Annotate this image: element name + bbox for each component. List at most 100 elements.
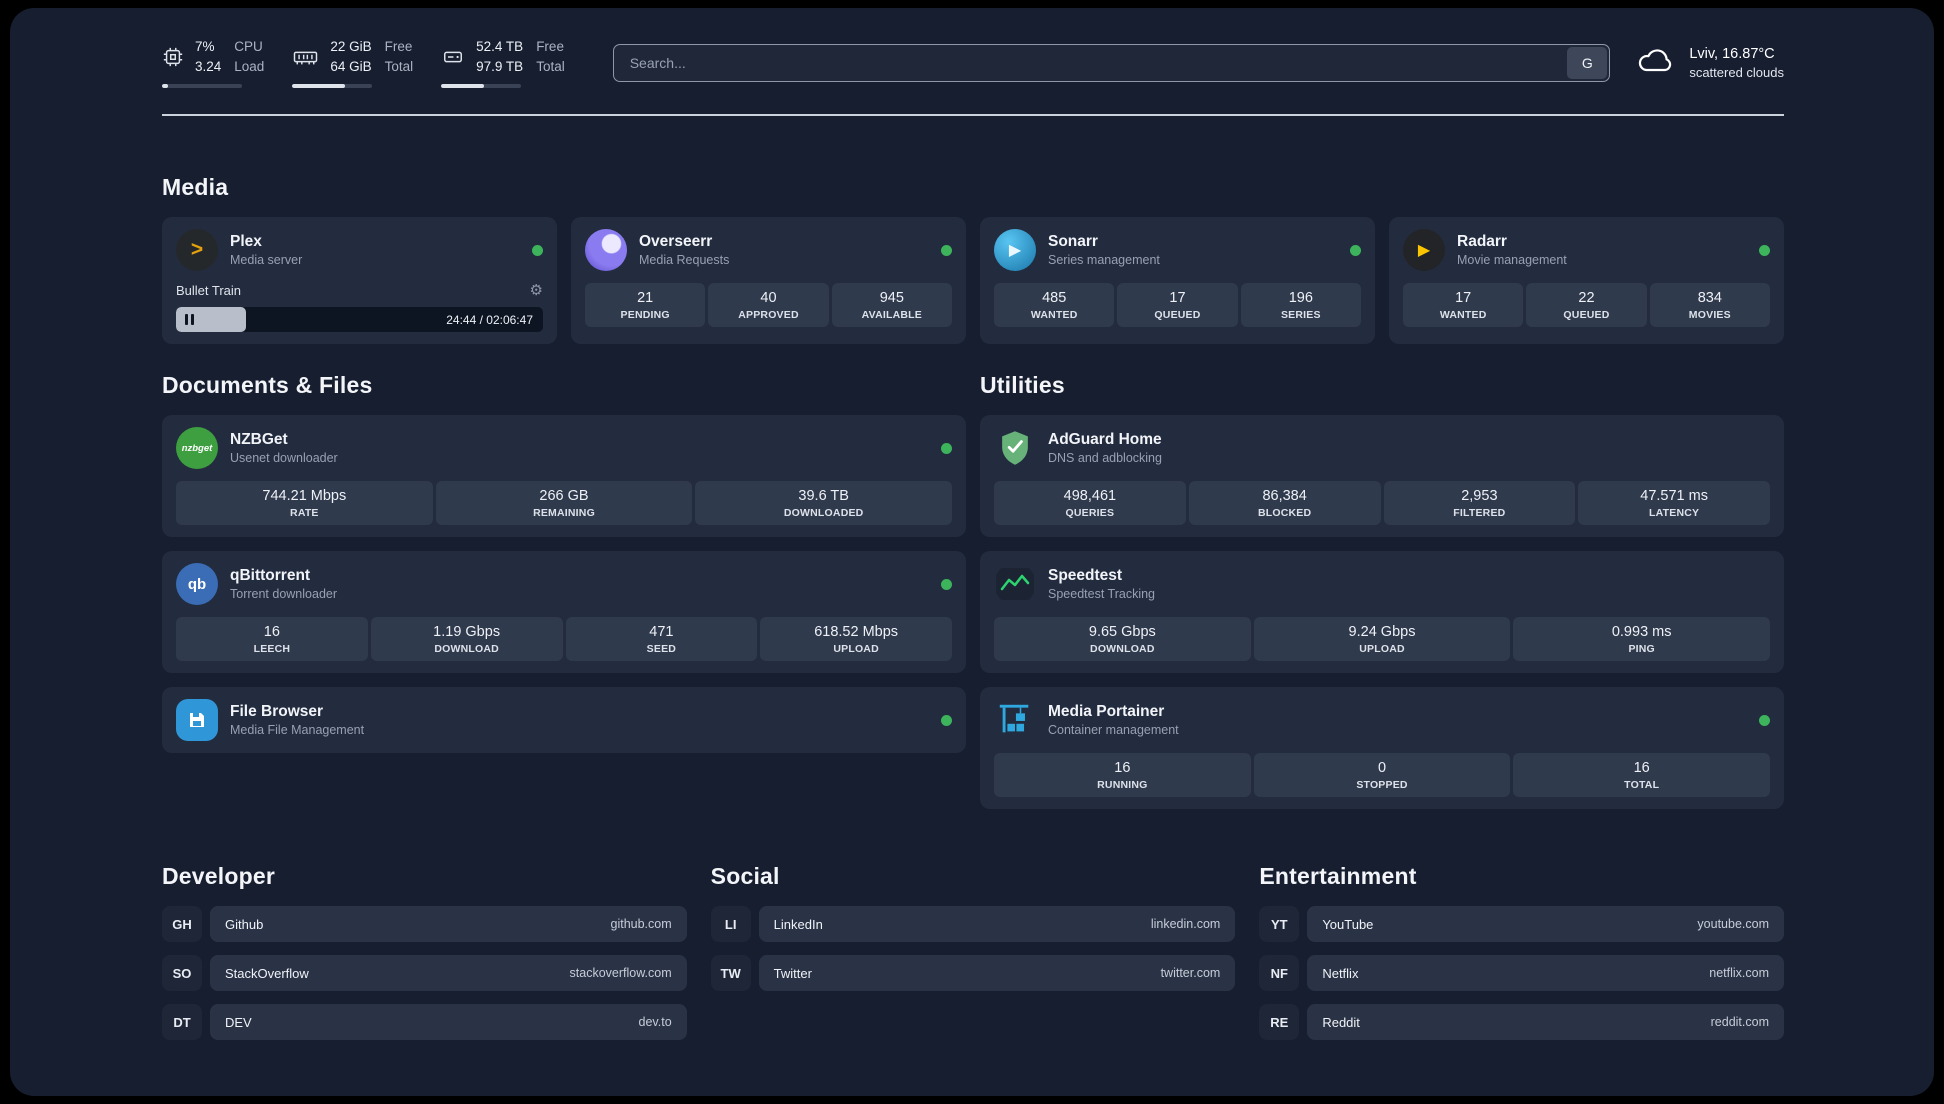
nzbget-icon: nzbget <box>176 427 218 469</box>
disk-widget: 52.4 TB Free 97.9 TB Total <box>441 38 565 88</box>
stat-tile: 16 RUNNING <box>994 753 1251 797</box>
now-playing-title: Bullet Train <box>176 282 242 298</box>
app-card-filebrowser[interactable]: File Browser Media File Management <box>162 687 966 753</box>
stat-tile: 2,953 FILTERED <box>1383 481 1576 525</box>
disk-total-value: 97.9 TB <box>476 58 524 74</box>
cpu-usage-value: 7% <box>195 39 215 54</box>
bookmark-stackoverflow[interactable]: SO StackOverflow stackoverflow.com <box>162 955 687 991</box>
cpu-load-value: 3.24 <box>195 58 222 74</box>
bookmark-linkedin[interactable]: LI LinkedIn linkedin.com <box>710 906 1236 942</box>
stat-tile: 266 GB REMAINING <box>435 481 693 525</box>
radarr-icon: ▶ <box>1403 229 1445 271</box>
memory-icon <box>292 38 319 76</box>
bookmark-name: LinkedIn <box>773 916 823 932</box>
bookmark-url: github.com <box>610 917 672 931</box>
memory-progress-bar <box>292 84 373 88</box>
adguard-icon <box>994 427 1036 469</box>
stat-tile: 618.52 Mbps UPLOAD <box>760 617 952 661</box>
section-title-social: Social <box>710 863 780 889</box>
disk-free-label: Free <box>536 39 564 54</box>
app-name: NZBGet <box>230 431 288 448</box>
bookmark-name: Reddit <box>1322 1014 1360 1030</box>
bookmark-netflix[interactable]: NF Netflix netflix.com <box>1259 955 1784 991</box>
section-title-documents: Documents & Files <box>162 372 373 398</box>
search-input[interactable] <box>613 45 1566 81</box>
gear-icon[interactable]: ⚙ <box>530 281 543 299</box>
bookmark-url: stackoverflow.com <box>569 966 672 980</box>
app-subtitle: Speedtest Tracking <box>1048 587 1156 601</box>
app-card-portainer[interactable]: Media Portainer Container management 16 R… <box>980 687 1784 809</box>
stat-tile: 16 LEECH <box>176 617 368 661</box>
stat-tile: 17 WANTED <box>1403 283 1524 327</box>
status-dot <box>1759 714 1770 726</box>
bookmark-twitter[interactable]: TW Twitter twitter.com <box>710 955 1236 991</box>
stackoverflow-icon: SO <box>162 955 202 991</box>
app-card-overseerr[interactable]: Overseerr Media Requests 21 PENDING 40 APP… <box>571 217 966 344</box>
app-card-sonarr[interactable]: ▶ Sonarr Series management 485 WANTED 17 Q… <box>980 217 1375 344</box>
app-name: Sonarr <box>1048 233 1098 250</box>
bookmark-url: linkedin.com <box>1150 917 1221 931</box>
bookmark-name: Netflix <box>1322 965 1359 981</box>
status-dot <box>941 714 952 726</box>
stat-tile: 498,461 QUERIES <box>994 481 1186 525</box>
bookmark-url: twitter.com <box>1160 966 1221 980</box>
status-dot <box>941 578 952 590</box>
weather-condition: scattered clouds <box>1689 65 1784 80</box>
memory-widget: 22 GiB Free 64 GiB Total <box>292 38 413 88</box>
app-subtitle: Media server <box>230 253 303 267</box>
stat-tile: 0 STOPPED <box>1253 753 1511 797</box>
app-card-plex[interactable]: > Plex Media server Bullet Train ⚙ 24:44… <box>162 217 557 344</box>
app-subtitle: Container management <box>1048 723 1179 737</box>
app-subtitle: Media File Management <box>230 723 365 737</box>
app-card-speedtest[interactable]: Speedtest Speedtest Tracking 9.65 Gbps DO… <box>980 551 1784 673</box>
app-card-nzbget[interactable]: nzbget NZBGet Usenet downloader 744.21 M… <box>162 415 966 537</box>
youtube-icon: YT <box>1259 906 1300 942</box>
bookmark-github[interactable]: GH Github github.com <box>162 906 687 942</box>
stat-tile: 16 TOTAL <box>1513 753 1771 797</box>
stat-tile: 17 QUEUED <box>1117 283 1238 327</box>
bookmark-dev[interactable]: DT DEV dev.to <box>162 1004 687 1040</box>
cpu-widget: 7% CPU 3.24 Load <box>162 38 264 88</box>
memory-free-label: Free <box>384 39 413 54</box>
app-subtitle: Media Requests <box>639 253 730 267</box>
disk-progress-bar <box>441 84 522 88</box>
section-title-utilities: Utilities <box>980 372 1065 398</box>
speedtest-icon <box>994 563 1036 605</box>
bookmark-name: StackOverflow <box>225 965 309 981</box>
twitter-icon: TW <box>710 955 751 991</box>
bookmark-name: DEV <box>225 1014 252 1030</box>
stat-tile: 744.21 Mbps RATE <box>176 481 433 525</box>
disk-total-label: Total <box>536 58 565 74</box>
app-name: Speedtest <box>1048 567 1123 584</box>
cloud-icon <box>1636 46 1676 81</box>
plex-progress-bar[interactable]: 24:44 / 02:06:47 <box>176 307 543 332</box>
section-developer: Developer GH Github github.com SO StackOv… <box>162 863 687 1040</box>
app-card-adguard[interactable]: AdGuard Home DNS and adblocking 498,461 Q… <box>980 415 1784 537</box>
app-subtitle: Torrent downloader <box>230 587 338 601</box>
app-card-qbittorrent[interactable]: qb qBittorrent Torrent downloader 16 LEEC… <box>162 551 966 673</box>
app-card-radarr[interactable]: ▶ Radarr Movie management 17 WANTED 22 QUE… <box>1389 217 1784 344</box>
stat-tile: 22 QUEUED <box>1526 283 1647 327</box>
cpu-progress-bar <box>162 84 242 88</box>
dev-icon: DT <box>162 1004 202 1040</box>
filebrowser-icon <box>176 699 218 741</box>
stat-tile: 471 SEED <box>565 617 758 661</box>
status-dot <box>532 244 543 256</box>
app-name: File Browser <box>230 703 324 720</box>
bookmark-youtube[interactable]: YT YouTube youtube.com <box>1259 906 1784 942</box>
stat-tile: 9.24 Gbps UPLOAD <box>1253 617 1511 661</box>
search-engine-button[interactable]: G <box>1567 47 1608 79</box>
cpu-usage-label: CPU <box>234 39 263 54</box>
app-name: Media Portainer <box>1048 703 1165 720</box>
reddit-icon: RE <box>1259 1004 1300 1040</box>
bookmark-name: Twitter <box>773 965 812 981</box>
pause-icon[interactable] <box>185 314 188 325</box>
qbittorrent-icon: qb <box>176 563 218 605</box>
bookmark-url: dev.to <box>638 1015 672 1029</box>
app-name: Plex <box>230 233 262 250</box>
plex-icon: > <box>176 229 218 271</box>
bookmark-reddit[interactable]: RE Reddit reddit.com <box>1259 1004 1784 1040</box>
cpu-load-label: Load <box>234 58 265 74</box>
linkedin-icon: LI <box>710 906 751 942</box>
stat-tile: 945 AVAILABLE <box>831 283 952 327</box>
